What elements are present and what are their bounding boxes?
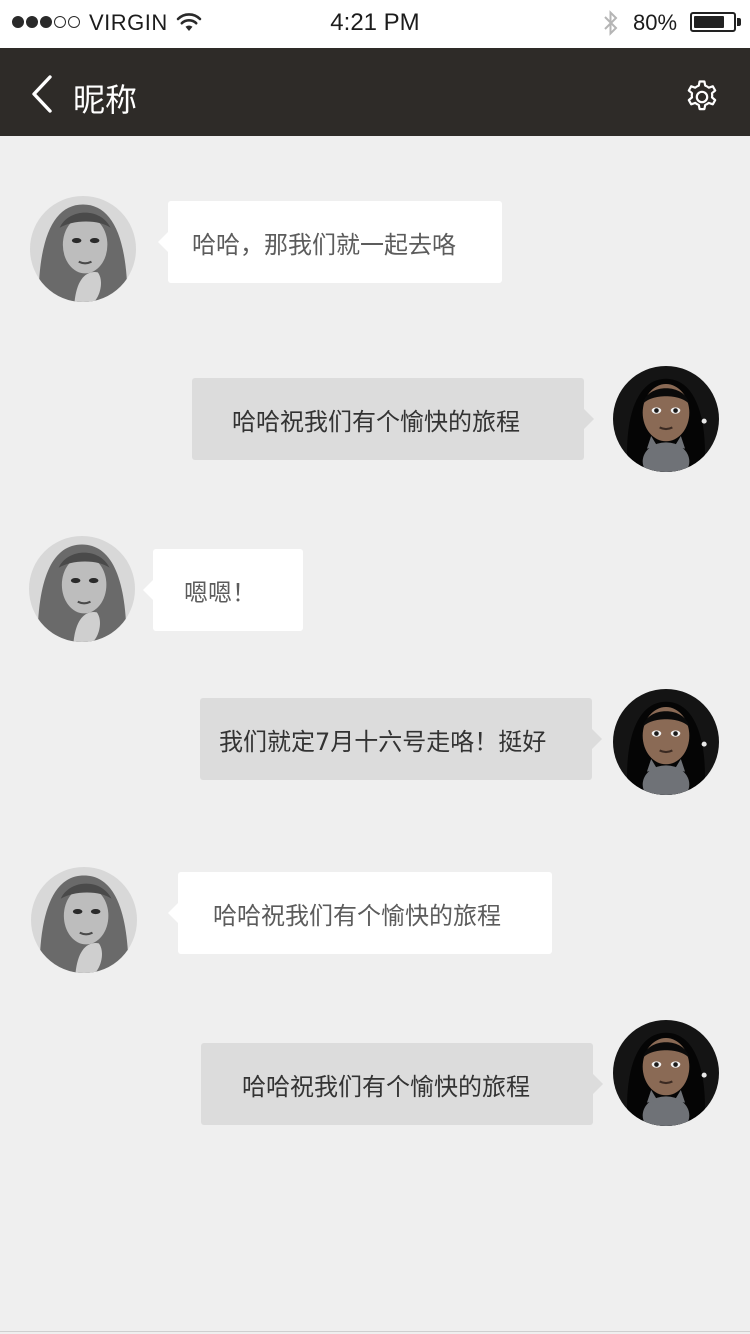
bottom-divider <box>0 1331 750 1332</box>
incoming-message-bubble[interactable]: 嗯嗯！ <box>143 549 303 631</box>
bluetooth-icon <box>604 10 618 36</box>
outgoing-message-bubble[interactable]: 我们就定7月十六号走咯！挺好 <box>200 698 602 780</box>
message-text: 哈哈祝我们有个愉快的旅程 <box>242 1072 530 1101</box>
user-avatar[interactable] <box>613 689 719 795</box>
chat-message-list[interactable]: 哈哈，那我们就一起去咯 哈哈祝我们有个愉快的旅程 嗯嗯！ 我们就定7月十六号走咯… <box>0 136 750 1334</box>
navigation-bar: 昵称 <box>0 48 750 136</box>
message-text: 哈哈祝我们有个愉快的旅程 <box>213 901 501 930</box>
contact-avatar[interactable] <box>29 536 135 642</box>
message-text: 哈哈祝我们有个愉快的旅程 <box>232 407 520 436</box>
user-avatar[interactable] <box>613 1020 719 1126</box>
message-text: 我们就定7月十六号走咯！挺好 <box>219 727 547 756</box>
contact-avatar[interactable] <box>30 196 136 302</box>
battery-icon <box>690 12 736 32</box>
gear-icon[interactable] <box>684 79 720 115</box>
battery-terminal <box>737 18 741 26</box>
incoming-message-bubble[interactable]: 哈哈，那我们就一起去咯 <box>158 201 502 283</box>
user-avatar[interactable] <box>613 366 719 472</box>
page-title: 昵称 <box>73 81 138 119</box>
battery-level <box>694 16 725 28</box>
status-bar: VIRGIN 4:21 PM 80% <box>0 0 750 48</box>
outgoing-message-bubble[interactable]: 哈哈祝我们有个愉快的旅程 <box>201 1043 603 1125</box>
message-text: 嗯嗯！ <box>184 578 256 607</box>
battery-percentage: 80% <box>633 10 678 35</box>
outgoing-message-bubble[interactable]: 哈哈祝我们有个愉快的旅程 <box>192 378 594 460</box>
back-icon[interactable] <box>24 74 64 114</box>
contact-avatar[interactable] <box>31 867 137 973</box>
message-text: 哈哈，那我们就一起去咯 <box>192 230 456 259</box>
incoming-message-bubble[interactable]: 哈哈祝我们有个愉快的旅程 <box>168 872 552 954</box>
